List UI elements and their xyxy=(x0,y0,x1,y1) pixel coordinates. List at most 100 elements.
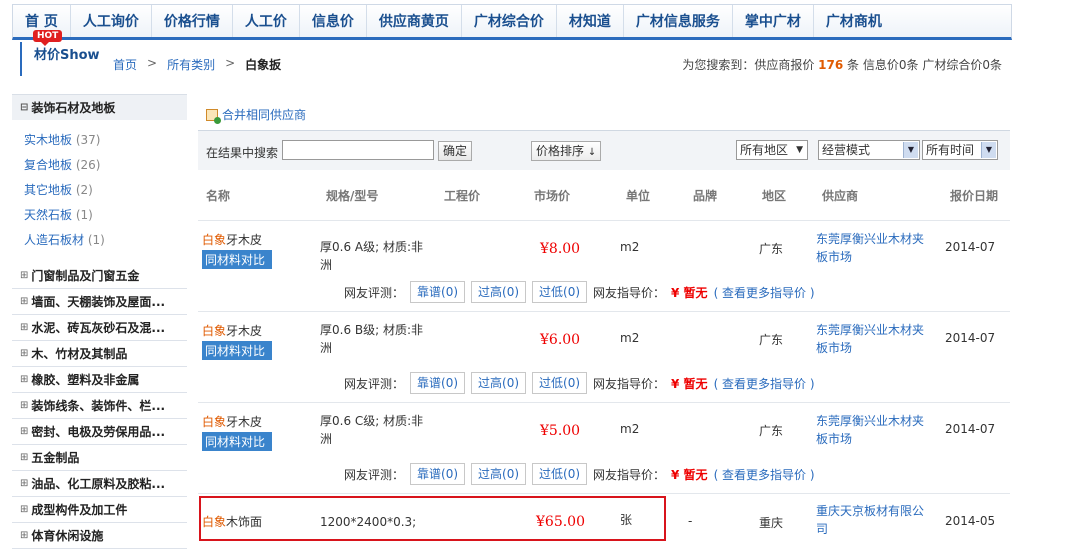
merge-icon xyxy=(206,108,221,124)
too-high-button[interactable]: 过高(0) xyxy=(471,463,527,485)
more-guide-prices-link[interactable]: ( 查看更多指导价 ) xyxy=(714,466,815,483)
expand-icon: ⊞ xyxy=(20,426,29,437)
too-high-button[interactable]: 过高(0) xyxy=(471,372,527,394)
evaluation-label: 网友评测： xyxy=(344,285,405,300)
summary-prefix: 为您搜索到：供应商报价 xyxy=(682,58,815,72)
category-item[interactable]: ⊞ 五金制品 xyxy=(12,445,187,471)
region-select[interactable]: 所有地区 ▼ xyxy=(736,140,808,160)
category-item[interactable]: ⊞ 装饰线条、装饰件、栏... xyxy=(12,393,187,419)
col-name: 名称 xyxy=(206,189,231,203)
highlight-box xyxy=(199,496,666,541)
category-label: 橡胶、塑料及非金属 xyxy=(31,373,140,387)
nav-price-trend[interactable]: 价格行情 xyxy=(152,5,233,37)
breadcrumb: 首页 > 所有类别 > 白象扳 xyxy=(113,56,281,73)
supplier-link[interactable]: 东莞厚衡兴业木材夹板市场 xyxy=(816,412,928,448)
compare-button[interactable]: 同材料对比 xyxy=(202,250,272,269)
sort-down-icon: ↓ xyxy=(587,147,597,158)
supplier-link[interactable]: 东莞厚衡兴业木材夹板市场 xyxy=(816,230,928,266)
guide-price-value: ¥ 暂无 xyxy=(671,376,708,391)
unit-cell: m2 xyxy=(620,331,640,345)
evaluation-label: 网友评测： xyxy=(344,467,405,482)
name-highlight: 白象 xyxy=(202,324,227,338)
category-item[interactable]: ⊞ 墙面、天棚装饰及屋面... xyxy=(12,289,187,315)
compare-button[interactable]: 同材料对比 xyxy=(202,432,272,451)
subcategory-item[interactable]: 实木地板 (37) xyxy=(24,128,187,153)
category-item[interactable]: ⊞ 木、竹材及其制品 xyxy=(12,341,187,367)
nav-knowledge[interactable]: 材知道 xyxy=(557,5,624,37)
nav-info-service[interactable]: 广材信息服务 xyxy=(624,5,733,37)
subcategory-label: 实木地板 xyxy=(24,133,73,147)
breadcrumb-all-categories[interactable]: 所有类别 xyxy=(167,56,215,73)
evaluation-bar: 网友评测： 靠谱(0) 过高(0) 过低(0) 网友指导价： ¥ 暂无 ( 查看… xyxy=(344,281,815,303)
product-name[interactable]: 白象牙木皮 同材料对比 xyxy=(202,231,272,269)
search-label: 在结果中搜索 xyxy=(206,146,279,160)
confirm-button[interactable]: 确定 xyxy=(438,141,473,161)
expand-icon: ⊞ xyxy=(20,322,29,333)
category-item[interactable]: ⊞ 水泥、砖瓦灰砂石及混... xyxy=(12,315,187,341)
category-label: 木、竹材及其制品 xyxy=(31,347,128,361)
compare-button[interactable]: 同材料对比 xyxy=(202,341,272,360)
product-name[interactable]: 白象牙木皮 同材料对比 xyxy=(202,322,272,360)
search-in-results-input[interactable] xyxy=(282,140,434,160)
reliable-button[interactable]: 靠谱(0) xyxy=(410,281,466,303)
more-guide-prices-link[interactable]: ( 查看更多指导价 ) xyxy=(714,375,815,392)
category-item[interactable]: ⊞ 门窗制品及门窗五金 xyxy=(12,263,187,289)
category-open-header[interactable]: ⊟ 装饰石材及地板 xyxy=(12,94,187,120)
evaluation-bar: 网友评测： 靠谱(0) 过高(0) 过低(0) 网友指导价： ¥ 暂无 ( 查看… xyxy=(344,463,815,485)
price-sort-button[interactable]: 价格排序 ↓ xyxy=(531,141,602,161)
col-project-price: 工程价 xyxy=(444,189,481,203)
category-item[interactable]: ⊞ 密封、电极及劳保用品... xyxy=(12,419,187,445)
category-item[interactable]: ⊞ 成型构件及加工件 xyxy=(12,497,187,523)
category-item[interactable]: ⊞ 油品、化工原料及胶粘... xyxy=(12,471,187,497)
nav-labor-price[interactable]: 人工价 xyxy=(233,5,300,37)
supplier-link[interactable]: 重庆天京板材有限公司 xyxy=(816,502,928,538)
subcategory-item[interactable]: 复合地板 (26) xyxy=(24,153,187,178)
col-spec: 规格/型号 xyxy=(326,189,379,203)
category-label: 门窗制品及门窗五金 xyxy=(31,269,140,283)
nav-manual-inquiry[interactable]: 人工询价 xyxy=(71,5,152,37)
nav-info-price[interactable]: 信息价 xyxy=(300,5,367,37)
reliable-button[interactable]: 靠谱(0) xyxy=(410,372,466,394)
subcategory-item[interactable]: 天然石板 (1) xyxy=(24,203,187,228)
spec-cell: 厚0.6 C级; 材质:非洲 xyxy=(320,414,424,446)
category-label: 水泥、砖瓦灰砂石及混... xyxy=(31,321,166,335)
category-label: 墙面、天棚装饰及屋面... xyxy=(31,295,166,309)
nav-mobile[interactable]: 掌中广材 xyxy=(733,5,814,37)
more-guide-prices-link[interactable]: ( 查看更多指导价 ) xyxy=(714,284,815,301)
too-high-button[interactable]: 过高(0) xyxy=(471,281,527,303)
name-rest: 牙木皮 xyxy=(226,233,263,247)
table-header: 名称 规格/型号 工程价 市场价 单位 品牌 地区 供应商 报价日期 xyxy=(198,178,1010,210)
expand-icon: ⊞ xyxy=(20,400,29,411)
reliable-button[interactable]: 靠谱(0) xyxy=(410,463,466,485)
expand-icon: ⊞ xyxy=(20,374,29,385)
business-mode-select[interactable]: 经营模式 ▼ xyxy=(818,140,920,160)
time-select[interactable]: 所有时间 ▼ xyxy=(922,140,998,160)
nav-supplier-yellow-pages[interactable]: 供应商黄页 xyxy=(367,5,462,37)
info-price-count: 0 xyxy=(898,58,907,72)
table-row: 白象牙木皮 同材料对比 厚0.6 C级; 材质:非洲 ¥5.00 m2 广东 东莞… xyxy=(198,402,1010,493)
guide-price-value: ¥ 暂无 xyxy=(671,285,708,300)
date-cell: 2014-07 xyxy=(945,240,996,254)
breadcrumb-current: 白象扳 xyxy=(245,58,282,72)
too-low-button[interactable]: 过低(0) xyxy=(532,372,588,394)
subcategory-item[interactable]: 其它地板 (2) xyxy=(24,178,187,203)
category-label: 五金制品 xyxy=(31,451,80,465)
table-row: 白象牙木皮 同材料对比 厚0.6 B级; 材质:非洲 ¥6.00 m2 广东 东莞… xyxy=(198,311,1010,402)
date-cell: 2014-05 xyxy=(945,514,996,528)
too-low-button[interactable]: 过低(0) xyxy=(532,281,588,303)
region-cell: 广东 xyxy=(759,242,784,256)
breadcrumb-separator: > xyxy=(225,56,236,70)
supplier-link[interactable]: 东莞厚衡兴业木材夹板市场 xyxy=(816,321,928,357)
category-item[interactable]: ⊞ 橡胶、塑料及非金属 xyxy=(12,367,187,393)
too-low-button[interactable]: 过低(0) xyxy=(532,463,588,485)
product-name[interactable]: 白象牙木皮 同材料对比 xyxy=(202,413,272,451)
brand-title: 材价Show xyxy=(34,48,100,63)
nav-composite-price[interactable]: 广材综合价 xyxy=(462,5,557,37)
subcategory-item[interactable]: 人造石板材 (1) xyxy=(24,228,187,253)
subcategory-count: (26) xyxy=(75,158,101,172)
merge-suppliers-link[interactable]: 合并相同供应商 xyxy=(206,106,306,124)
breadcrumb-home[interactable]: 首页 xyxy=(113,56,137,73)
category-item[interactable]: ⊞ 体育休闲设施 xyxy=(12,523,187,549)
nav-business-opportunity[interactable]: 广材商机 xyxy=(814,5,894,37)
filter-toolbar: 在结果中搜索 确定 价格排序 ↓ 所有地区 ▼ 经营模式 ▼ 所有时间 ▼ xyxy=(198,130,1010,170)
